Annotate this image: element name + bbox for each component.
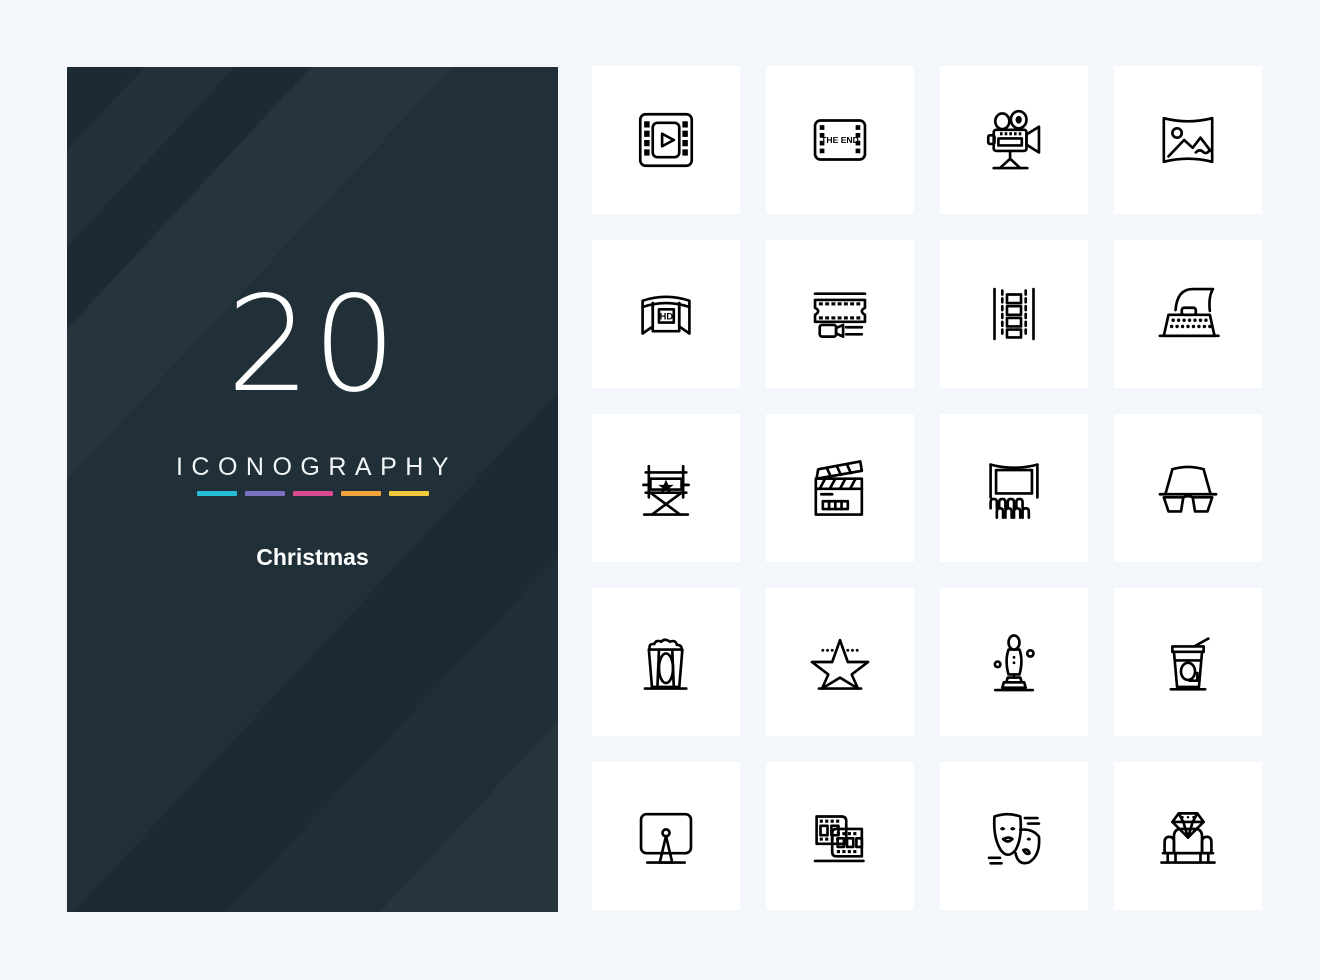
clapperboard-icon — [814, 460, 864, 516]
icon-card-3d-glasses[interactable] — [1114, 414, 1262, 562]
the-end-text: THE END — [821, 135, 859, 145]
icon-card-cinema-screen-seats[interactable] — [940, 414, 1088, 562]
poster-page: 20 ICONOGRAPHY Christmas THE END HD — [0, 0, 1320, 980]
accent-bar-1 — [196, 491, 237, 496]
icon-card-film-reel-camera[interactable] — [766, 240, 914, 388]
theater-masks-icon — [987, 812, 1041, 865]
collection-name: Christmas — [256, 544, 369, 570]
cinema-seat-diamond-icon — [1160, 812, 1216, 864]
director-chair-icon — [642, 464, 690, 516]
picture-image-icon — [1162, 116, 1214, 164]
award-statue-icon — [993, 634, 1035, 692]
icon-grid: THE END HD — [592, 66, 1262, 910]
film-reel-camera-icon — [813, 292, 867, 338]
walk-of-fame-star-icon — [810, 638, 870, 690]
icon-card-film-strip-play[interactable] — [592, 66, 740, 214]
accent-bar-5 — [388, 491, 429, 496]
icon-card-typewriter[interactable] — [1114, 240, 1262, 388]
film-strip-play-icon — [638, 112, 694, 168]
cover-content: 20 ICONOGRAPHY Christmas — [67, 67, 558, 912]
movie-camera-icon — [986, 109, 1041, 170]
icon-card-hd-screen[interactable]: HD — [592, 240, 740, 388]
accent-color-bars — [196, 491, 429, 496]
icon-card-picture[interactable] — [1114, 66, 1262, 214]
icon-card-soda-cup[interactable] — [1114, 588, 1262, 736]
tv-monitor-icon — [639, 812, 693, 864]
cinema-screen-seats-icon — [989, 463, 1039, 519]
icon-card-director-chair[interactable] — [592, 414, 740, 562]
accent-bar-3 — [292, 491, 333, 496]
icon-card-clapperboard[interactable] — [766, 414, 914, 562]
3d-glasses-icon — [1158, 465, 1218, 513]
icon-card-film-strips[interactable] — [766, 762, 914, 910]
icon-card-theater-masks[interactable] — [940, 762, 1088, 910]
icon-card-cinema-seat-diamond[interactable] — [1114, 762, 1262, 910]
icon-card-popcorn[interactable] — [592, 588, 740, 736]
hd-screen-icon: HD — [641, 295, 691, 335]
icon-card-film-negative[interactable] — [940, 240, 1088, 388]
hd-text: HD — [660, 311, 674, 321]
film-negative-icon — [993, 287, 1035, 341]
accent-bar-2 — [244, 491, 285, 496]
icon-card-tv-monitor[interactable] — [592, 762, 740, 910]
icon-count: 20 — [226, 268, 399, 422]
popcorn-icon — [643, 638, 688, 690]
cover-subtitle: ICONOGRAPHY — [175, 453, 458, 481]
cover-panel: 20 ICONOGRAPHY Christmas — [67, 67, 558, 912]
the-end-film-icon: THE END — [813, 119, 867, 161]
icon-card-movie-camera[interactable] — [940, 66, 1088, 214]
typewriter-icon — [1158, 287, 1220, 338]
icon-card-award-statue[interactable] — [940, 588, 1088, 736]
soda-cup-icon — [1169, 637, 1210, 691]
icon-card-the-end[interactable]: THE END — [766, 66, 914, 214]
icon-card-walk-of-fame-star[interactable] — [766, 588, 914, 736]
accent-bar-4 — [340, 491, 381, 496]
film-strips-icon — [813, 815, 865, 863]
